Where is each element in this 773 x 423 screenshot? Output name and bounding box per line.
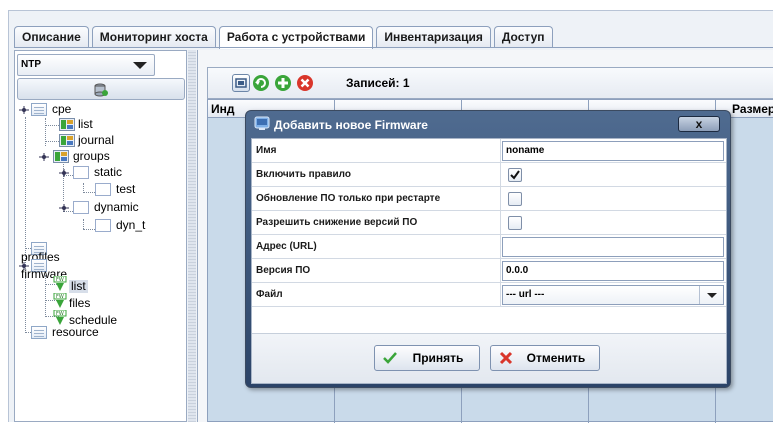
group-icon <box>95 219 111 232</box>
tab-host-monitoring[interactable]: Мониторинг хоста <box>91 26 216 48</box>
app-icon <box>254 116 270 130</box>
cancel-button[interactable]: Отменить <box>490 345 600 371</box>
panel-splitter[interactable] <box>188 50 196 422</box>
tab-divider <box>14 47 773 48</box>
cross-icon <box>499 351 513 365</box>
dialog-title: Добавить новое Firmware <box>274 118 428 132</box>
tab-access[interactable]: Доступ <box>493 26 553 48</box>
url-input[interactable] <box>502 237 724 257</box>
expand-icon <box>235 78 247 88</box>
remove-icon <box>297 75 313 91</box>
name-label: Имя <box>256 145 277 156</box>
tab-description[interactable]: Описание <box>14 26 89 48</box>
application-window: Описание Мониторинг хоста Работа с устро… <box>0 0 773 423</box>
groups-icon <box>53 150 69 163</box>
file-select-value: --- url --- <box>506 289 545 300</box>
column-header-size[interactable]: Размер <box>732 102 773 116</box>
tree-label: groups <box>73 149 110 163</box>
expand-toggle-icon <box>19 106 29 114</box>
records-count: Записей: 1 <box>346 76 410 90</box>
tree-label: static <box>94 165 123 179</box>
dropdown-button[interactable] <box>699 286 723 304</box>
form-row-file: Файл --- url --- <box>252 283 726 307</box>
checkmark-icon <box>510 170 520 180</box>
svg-text:FW: FW <box>56 311 64 317</box>
tab-devices[interactable]: Работа с устройствами <box>218 26 374 49</box>
database-icon <box>94 83 108 97</box>
view-button[interactable] <box>232 74 250 92</box>
tree-label: list <box>78 117 93 131</box>
close-icon: x <box>695 117 703 131</box>
tree-label: cpe <box>52 102 72 116</box>
enable-rule-label: Включить правило <box>256 169 351 180</box>
plus-icon <box>275 75 291 91</box>
dialog-button-bar: Принять Отменить <box>252 333 726 383</box>
group-icon <box>73 166 89 179</box>
url-label: Адрес (URL) <box>256 241 317 252</box>
column-header-index[interactable]: Инд <box>211 102 235 116</box>
allow-downgrade-label: Разрешить снижение версий ПО <box>256 217 418 228</box>
form-row-url: Адрес (URL) <box>252 235 726 259</box>
version-label: Версия ПО <box>256 265 311 276</box>
file-label: Файл <box>256 289 283 300</box>
allow-downgrade-checkbox[interactable] <box>508 216 522 230</box>
delete-button[interactable] <box>296 74 314 92</box>
folder-icon <box>31 103 47 116</box>
tab-inventory[interactable]: Инвентаризация <box>376 26 491 48</box>
tree-label: files <box>69 296 91 310</box>
tree-label: journal <box>78 133 115 147</box>
firmware-icon: FW <box>53 293 67 308</box>
dialog-form: Имя noname Включить правило Обновление П… <box>251 138 727 384</box>
form-row-name: Имя noname <box>252 139 726 163</box>
folder-icon <box>31 326 47 339</box>
form-row-version: Версия ПО 0.0.0 <box>252 259 726 283</box>
refresh-tree-button[interactable] <box>17 78 185 100</box>
firmware-icon: FW <box>53 276 67 291</box>
form-row-downgrade: Разрешить снижение версий ПО <box>252 211 726 235</box>
device-list-icon <box>59 118 75 131</box>
add-button[interactable] <box>274 74 292 92</box>
refresh-icon <box>253 75 269 91</box>
chevron-down-icon <box>707 293 717 298</box>
form-row-restart: Обновление ПО только при рестарте <box>252 187 726 211</box>
file-select[interactable]: --- url --- <box>502 285 724 305</box>
server-select-value: NTP <box>21 59 41 70</box>
svg-text:FW: FW <box>56 294 64 300</box>
svg-text:FW: FW <box>56 277 64 283</box>
update-on-restart-checkbox[interactable] <box>508 192 522 206</box>
toolbar: Записей: 1 <box>207 67 773 99</box>
accept-button[interactable]: Принять <box>374 345 480 371</box>
cancel-button-label: Отменить <box>526 351 586 365</box>
group-icon <box>73 201 89 214</box>
tree-label: dyn_t <box>116 218 146 232</box>
chevron-down-icon <box>133 62 147 69</box>
update-on-restart-label: Обновление ПО только при рестарте <box>256 193 441 204</box>
expand-toggle-icon <box>59 204 69 212</box>
journal-icon <box>59 134 75 147</box>
checkmark-icon <box>383 352 397 364</box>
firmware-icon: FW <box>53 310 67 325</box>
tree-label: test <box>116 182 136 196</box>
enable-rule-checkbox[interactable] <box>508 168 522 182</box>
expand-toggle-icon <box>59 169 69 177</box>
name-input[interactable]: noname <box>502 141 724 161</box>
add-firmware-dialog: Добавить новое Firmware x Имя noname Вкл… <box>245 110 731 388</box>
version-input[interactable]: 0.0.0 <box>502 261 724 281</box>
dialog-close-button[interactable]: x <box>678 116 720 132</box>
group-icon <box>95 183 111 196</box>
accept-button-label: Принять <box>412 351 464 365</box>
tree-label: dynamic <box>94 200 139 214</box>
left-panel: NTP cpe list journal groups static test … <box>14 50 187 422</box>
main-tabs: Описание Мониторинг хоста Работа с устро… <box>14 26 556 49</box>
tree-label: list <box>69 279 88 293</box>
tree-label: resource <box>52 325 99 339</box>
expand-toggle-icon <box>39 153 49 161</box>
refresh-button[interactable] <box>252 74 270 92</box>
form-row-enable: Включить правило <box>252 163 726 187</box>
device-tree: cpe list journal groups static test dyna… <box>15 103 186 421</box>
server-select[interactable]: NTP <box>17 54 155 76</box>
